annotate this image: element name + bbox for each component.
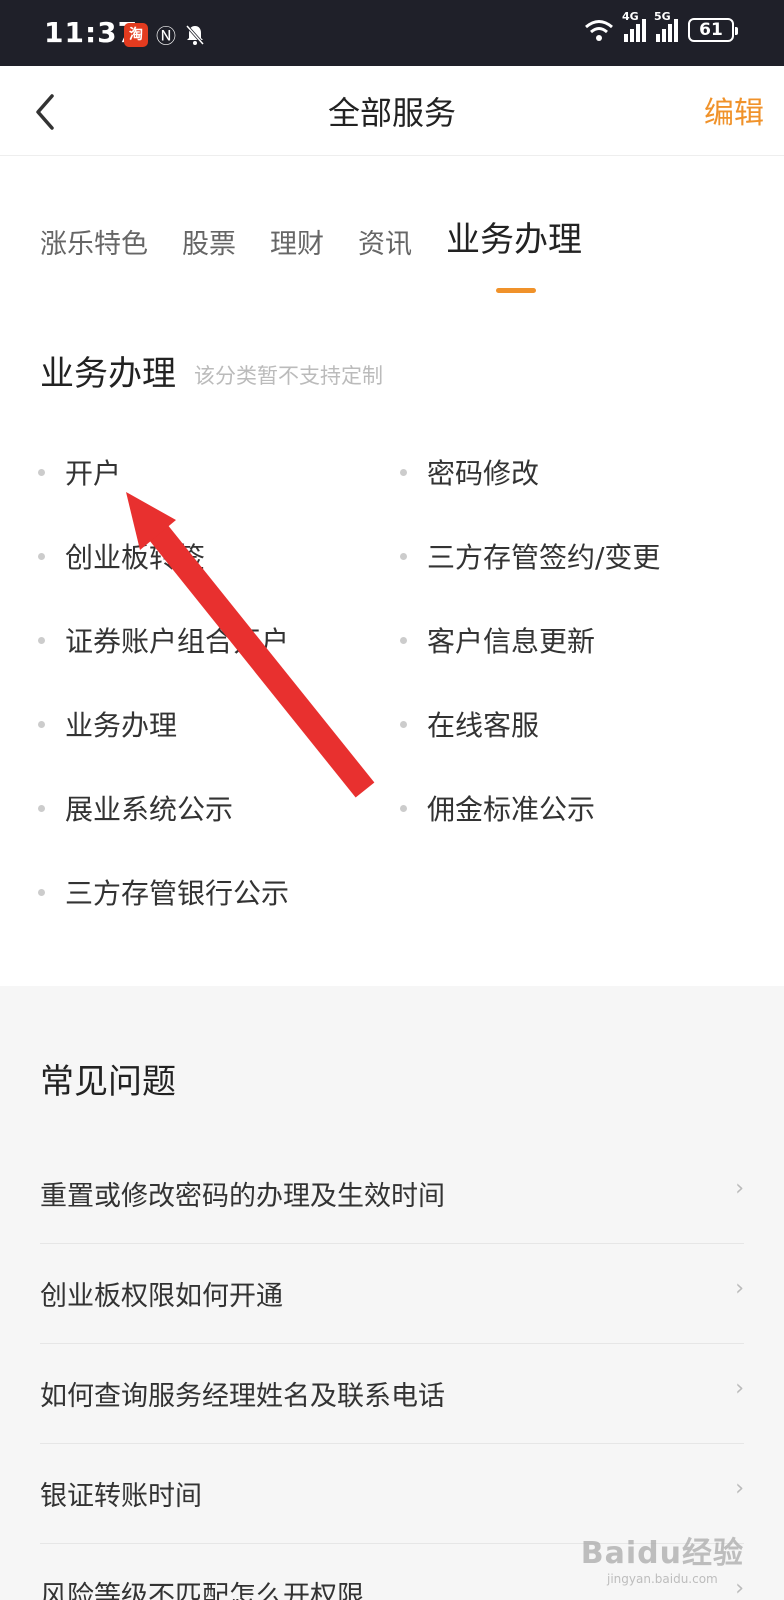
section-title: 业务办理 xyxy=(40,354,176,394)
service-label: 在线客服 xyxy=(427,709,540,742)
page-title: 全部服务 xyxy=(327,94,456,132)
watermark-url: jingyan.baidu.com xyxy=(607,1572,718,1586)
service-system-disclosure[interactable]: 展业系统公示 xyxy=(38,788,233,828)
bullet-dot xyxy=(38,552,45,560)
faq-question: 风险等级不匹配怎么开权限 xyxy=(40,1581,364,1600)
bullet-dot xyxy=(400,636,407,644)
mute-bell-icon xyxy=(185,24,205,45)
services-panel: 涨乐特色 股票 理财 资讯 业务办理 业务办理 该分类暂不支持定制 开户 创业板… xyxy=(0,156,784,986)
bullet-dot xyxy=(400,552,407,560)
section-note: 该分类暂不支持定制 xyxy=(194,364,383,388)
faq-item[interactable]: 创业板权限如何开通 › xyxy=(40,1244,744,1344)
service-label: 创业板转签 xyxy=(65,541,206,574)
faq-item[interactable]: 如何查询服务经理姓名及联系电话 › xyxy=(40,1344,744,1444)
faq-question: 如何查询服务经理姓名及联系电话 xyxy=(40,1381,445,1412)
service-label: 业务办理 xyxy=(65,709,178,742)
bullet-dot xyxy=(38,636,45,644)
signal-5g-icon: 5G xyxy=(654,10,678,42)
wifi-icon xyxy=(585,20,613,41)
edit-button[interactable]: 编辑 xyxy=(704,88,764,132)
faq-title: 常见问题 xyxy=(40,1062,176,1102)
nav-bar: 全部服务 编辑 xyxy=(0,66,784,156)
signal-4g-label: 4G xyxy=(622,10,639,23)
chevron-right-icon: › xyxy=(735,1276,744,1301)
chevron-right-icon: › xyxy=(735,1176,744,1201)
taobao-app-icon: 淘 xyxy=(124,22,148,47)
service-label: 开户 xyxy=(65,457,122,490)
tab-business[interactable]: 业务办理 xyxy=(446,212,582,293)
faq-item[interactable]: 重置或修改密码的办理及生效时间 › xyxy=(40,1144,744,1244)
service-update-customer-info[interactable]: 客户信息更新 xyxy=(400,620,595,660)
active-tab-indicator xyxy=(496,288,536,293)
chevron-right-icon: › xyxy=(735,1476,744,1501)
tab-business-label: 业务办理 xyxy=(446,220,582,260)
baidu-watermark: Baidu经验 jingyan.baidu.com xyxy=(581,1528,744,1586)
service-combined-account[interactable]: 证券账户组合开户 xyxy=(38,620,289,660)
bullet-dot xyxy=(400,720,407,728)
service-custody-bank-disclosure[interactable]: 三方存管银行公示 xyxy=(38,872,289,912)
bullet-dot xyxy=(400,804,407,812)
service-label: 证券账户组合开户 xyxy=(65,625,290,658)
watermark-brand: Baidu经验 xyxy=(580,1536,744,1571)
tab-wealth[interactable]: 理财 xyxy=(270,222,324,261)
tab-zhangle-features[interactable]: 涨乐特色 xyxy=(40,222,148,261)
nfc-icon: Ⓝ xyxy=(156,24,176,48)
service-label: 客户信息更新 xyxy=(427,625,596,658)
signal-4g-icon: 4G xyxy=(622,10,646,42)
bullet-dot xyxy=(400,468,407,476)
status-notification-icons: 淘 Ⓝ xyxy=(124,20,206,49)
faq-question: 银证转账时间 xyxy=(40,1481,202,1512)
battery-icon: 61 xyxy=(688,18,738,42)
service-label: 密码修改 xyxy=(427,457,540,490)
bullet-dot xyxy=(38,804,45,812)
faq-question: 重置或修改密码的办理及生效时间 xyxy=(40,1181,445,1212)
signal-5g-label: 5G xyxy=(654,10,671,23)
service-label: 展业系统公示 xyxy=(65,793,234,826)
service-business-handling[interactable]: 业务办理 xyxy=(38,704,177,744)
bullet-dot xyxy=(38,468,45,476)
status-right-icons: 4G 5G 61 xyxy=(584,10,738,42)
category-tabs: 涨乐特色 股票 理财 资讯 业务办理 xyxy=(40,212,616,293)
status-bar: 11:37 淘 Ⓝ 4G 5G 61 xyxy=(0,0,784,66)
service-open-account[interactable]: 开户 xyxy=(38,452,121,492)
service-label: 三方存管银行公示 xyxy=(65,877,290,910)
service-chinext-transfer[interactable]: 创业板转签 xyxy=(38,536,205,576)
service-change-password[interactable]: 密码修改 xyxy=(400,452,539,492)
bullet-dot xyxy=(38,720,45,728)
service-label: 三方存管签约/变更 xyxy=(427,541,661,574)
service-custody-signing[interactable]: 三方存管签约/变更 xyxy=(400,536,660,576)
service-label: 佣金标准公示 xyxy=(427,793,596,826)
bullet-dot xyxy=(38,888,45,896)
service-commission-disclosure[interactable]: 佣金标准公示 xyxy=(400,788,595,828)
tab-news[interactable]: 资讯 xyxy=(358,222,412,261)
tab-stocks[interactable]: 股票 xyxy=(182,222,236,261)
service-online-support[interactable]: 在线客服 xyxy=(400,704,539,744)
chevron-right-icon: › xyxy=(735,1376,744,1401)
faq-question: 创业板权限如何开通 xyxy=(40,1281,283,1312)
